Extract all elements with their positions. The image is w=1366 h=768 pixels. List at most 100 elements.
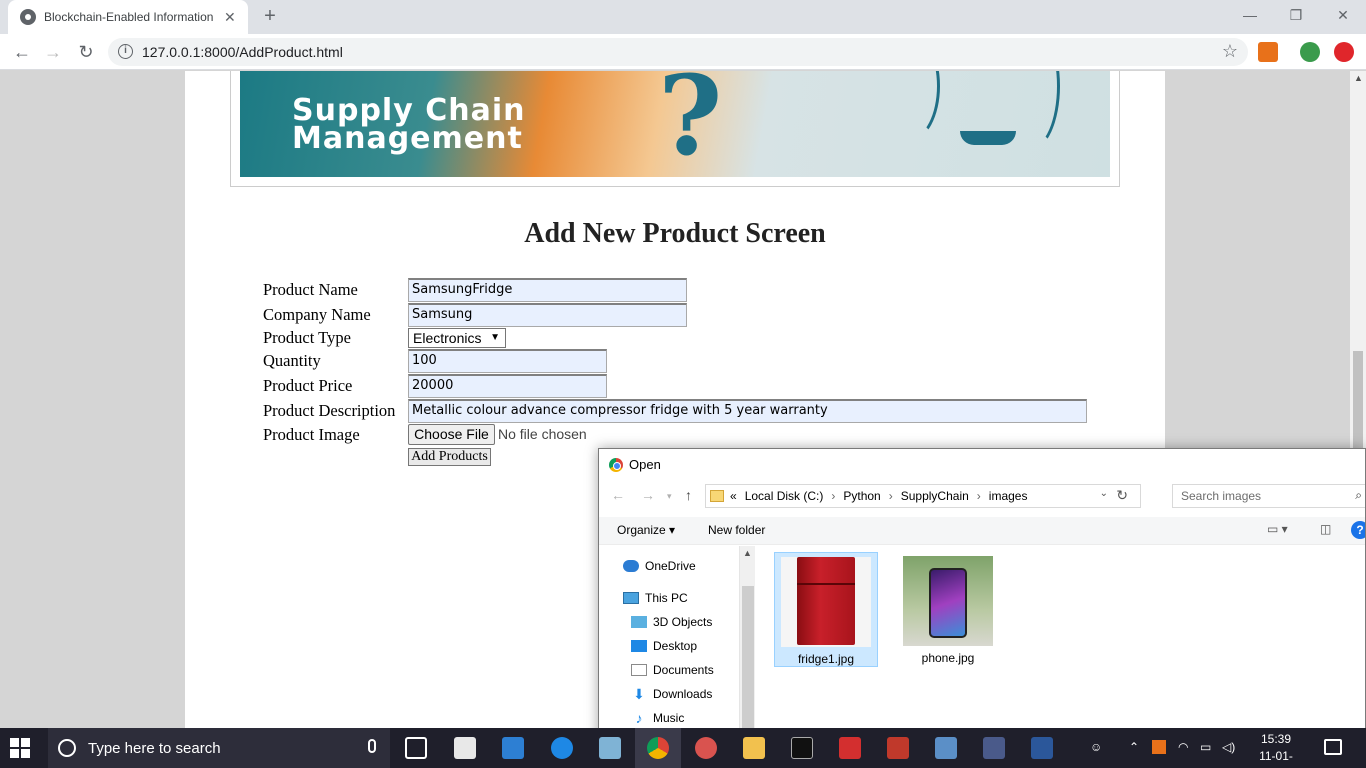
task-view-icon[interactable] — [405, 737, 427, 759]
mail-icon[interactable] — [502, 737, 524, 759]
python-icon[interactable] — [935, 737, 957, 759]
app-icon[interactable] — [599, 737, 621, 759]
extension-off-icon[interactable] — [1258, 42, 1278, 62]
help-icon[interactable]: ? — [1351, 521, 1365, 539]
clock-time: 15:39 — [1260, 732, 1292, 746]
nav-item-onedrive[interactable]: OneDrive — [623, 559, 696, 573]
battery-icon[interactable]: ▭ — [1200, 740, 1211, 754]
microphone-icon[interactable] — [368, 739, 376, 753]
nav-item-documents[interactable]: Documents — [631, 663, 714, 677]
chevron-down-icon[interactable]: ⌄ — [1100, 488, 1108, 499]
chevron-up-icon[interactable]: ⌃ — [1129, 740, 1139, 754]
arc-graphic — [880, 71, 940, 141]
view-options-icon[interactable]: ▭ ▾ — [1267, 522, 1288, 536]
extension-globe-icon[interactable] — [1300, 42, 1320, 62]
back-icon[interactable]: ← — [9, 39, 35, 65]
chevron-right-icon: › — [976, 489, 981, 503]
nav-item-music[interactable]: ♪ Music — [631, 710, 685, 726]
notification-icon[interactable] — [1324, 739, 1342, 755]
file-name: phone.jpg — [921, 651, 975, 665]
back-arrow-icon[interactable]: ← — [611, 487, 625, 503]
search-icon: ⌕ — [1355, 488, 1362, 502]
nav-item-downloads[interactable]: ⬇ Downloads — [631, 687, 712, 701]
scroll-up-icon[interactable]: ▲ — [743, 548, 752, 558]
page-title: Add New Product Screen — [524, 218, 826, 249]
clock-date: 11-01-2021 — [1259, 749, 1293, 768]
preview-pane-icon[interactable]: ◫ — [1320, 522, 1331, 536]
product-type-label: Product Type — [263, 328, 351, 347]
chrome-taskbar-icon[interactable] — [647, 737, 669, 759]
product-price-label: Product Price — [263, 376, 353, 395]
phone-thumbnail — [903, 556, 993, 646]
system-clock[interactable]: 15:39 11-01-2021 — [1247, 731, 1305, 768]
breadcrumb-overflow[interactable]: « — [730, 489, 737, 503]
product-price-input[interactable]: 20000 — [408, 374, 607, 398]
no-file-text: No file chosen — [498, 426, 587, 442]
forward-arrow-icon[interactable]: → — [641, 487, 655, 503]
product-name-input[interactable]: SamsungFridge — [408, 278, 687, 302]
product-description-input[interactable]: Metallic colour advance compressor fridg… — [408, 399, 1087, 423]
info-icon[interactable]: i — [118, 44, 133, 59]
star-icon[interactable]: ☆ — [1222, 41, 1238, 62]
tab-close-icon[interactable]: ✕ — [224, 9, 236, 26]
nav-item-this-pc[interactable]: This PC — [623, 591, 688, 605]
database-icon[interactable] — [983, 737, 1005, 759]
folder-icon — [710, 490, 724, 502]
product-name-label: Product Name — [263, 280, 358, 299]
dialog-search-input[interactable]: Search images ⌕ — [1172, 484, 1365, 508]
reload-icon[interactable]: ↻ — [73, 39, 99, 65]
product-type-select[interactable]: Electronics ▼ — [408, 328, 506, 348]
breadcrumb-local-disk[interactable]: Local Disk (C:) — [745, 489, 824, 503]
nav-item-3d-objects[interactable]: 3D Objects — [631, 615, 712, 629]
tab-strip: Blockchain-Enabled Information Sharing ✕… — [0, 0, 1366, 34]
extension-upload-icon[interactable] — [1334, 42, 1354, 62]
tray-app-icon[interactable] — [1152, 740, 1166, 754]
file-item-phone[interactable]: phone.jpg — [896, 552, 1000, 667]
close-icon[interactable]: ✕ — [1320, 4, 1366, 26]
app-icon[interactable] — [887, 737, 909, 759]
app-icon[interactable] — [695, 737, 717, 759]
file-explorer-icon[interactable] — [743, 737, 765, 759]
wifi-icon[interactable]: ◠ — [1178, 740, 1188, 754]
tab-title: Blockchain-Enabled Information Sharing — [44, 10, 216, 24]
forward-icon[interactable]: → — [40, 39, 66, 65]
fridge-thumbnail — [781, 557, 871, 647]
word-icon[interactable] — [1031, 737, 1053, 759]
music-note-icon: ♪ — [635, 710, 643, 726]
quantity-input[interactable]: 100 — [408, 349, 607, 373]
organize-button[interactable]: Organize ▾ — [617, 523, 675, 537]
cortana-icon — [58, 739, 76, 757]
people-icon[interactable]: ☺ — [1090, 740, 1102, 754]
address-bar[interactable]: i 127.0.0.1:8000/AddProduct.html ☆ — [108, 38, 1248, 66]
dialog-address-bar[interactable]: « Local Disk (C:) › Python › SupplyChain › … — [705, 484, 1141, 508]
new-folder-button[interactable]: New folder — [708, 523, 765, 537]
volume-icon[interactable]: ◁) — [1222, 740, 1235, 754]
terminal-icon[interactable] — [791, 737, 813, 759]
recent-locations-icon[interactable]: ▾ — [667, 491, 672, 502]
banner-text: Supply Chain Management — [292, 93, 526, 156]
browser-tab[interactable]: Blockchain-Enabled Information Sharing ✕ — [8, 0, 248, 34]
store-icon[interactable] — [454, 737, 476, 759]
new-tab-icon[interactable]: + — [258, 5, 282, 28]
taskbar-search-box[interactable]: Type here to search — [48, 728, 390, 768]
product-type-value: Electronics — [413, 330, 482, 346]
breadcrumb-images[interactable]: images — [989, 489, 1028, 503]
refresh-icon[interactable]: ↻ — [1116, 487, 1128, 504]
minimize-icon[interactable]: — — [1227, 4, 1273, 26]
company-name-input[interactable]: Samsung — [408, 303, 687, 327]
edge-icon[interactable] — [551, 737, 573, 759]
product-image-label: Product Image — [263, 425, 360, 444]
file-item-fridge[interactable]: fridge1.jpg — [774, 552, 878, 667]
breadcrumb-python[interactable]: Python — [843, 489, 880, 503]
scroll-up-icon[interactable]: ▲ — [1354, 73, 1363, 83]
add-products-button[interactable]: Add Products — [408, 448, 491, 466]
nav-item-desktop[interactable]: Desktop — [631, 639, 697, 653]
up-arrow-icon[interactable]: ↑ — [685, 487, 692, 503]
breadcrumb-supplychain[interactable]: SupplyChain — [901, 489, 969, 503]
chrome-icon — [609, 457, 623, 472]
pdf-reader-icon[interactable] — [839, 737, 861, 759]
company-name-label: Company Name — [263, 305, 371, 324]
windows-start-icon[interactable] — [10, 738, 30, 758]
restore-icon[interactable]: ❐ — [1273, 4, 1319, 26]
choose-file-button[interactable]: Choose File — [408, 424, 495, 445]
